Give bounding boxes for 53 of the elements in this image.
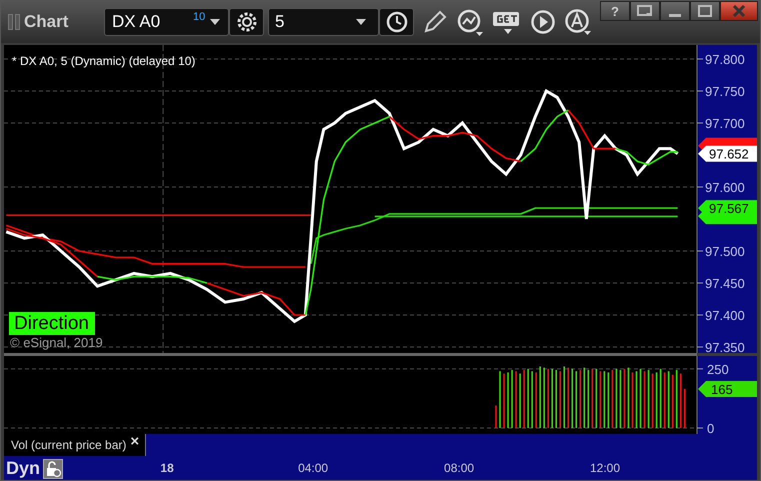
volume-bar xyxy=(559,371,562,428)
copyright-text: © eSignal, 2019 xyxy=(10,335,103,350)
line-chart-icon[interactable] xyxy=(456,8,484,36)
axis-label: 97.800 xyxy=(705,52,745,67)
maximize-icon xyxy=(698,5,712,17)
close-study-button[interactable]: × xyxy=(126,434,140,456)
axis-label: 97.350 xyxy=(705,340,745,353)
axis-label: 12:00 xyxy=(590,461,620,475)
minimize-icon xyxy=(669,14,681,16)
axis-label: 97.700 xyxy=(705,116,745,131)
minimize-button[interactable] xyxy=(660,1,690,21)
volume-bar xyxy=(575,371,578,428)
letter-a-icon[interactable] xyxy=(564,8,592,36)
volume-bar xyxy=(563,366,566,428)
help-button[interactable]: ? xyxy=(600,1,630,21)
get-icon[interactable] xyxy=(492,9,522,35)
axis-label: 08:00 xyxy=(444,461,474,475)
axis-label: 250 xyxy=(707,362,729,377)
gear-icon xyxy=(234,10,258,34)
axis-label: 97.450 xyxy=(705,276,745,291)
close-button[interactable] xyxy=(720,1,758,21)
study-name: Vol (current price bar) xyxy=(11,438,126,452)
price-tag: 97.652 xyxy=(698,146,757,162)
caret-icon xyxy=(210,19,220,25)
pencil-icon[interactable] xyxy=(422,9,448,35)
date-label: 18 xyxy=(160,461,174,475)
window-caret-icon xyxy=(637,5,653,17)
dynamic-mode-label[interactable]: Dyn xyxy=(6,458,40,479)
caret-icon xyxy=(356,19,366,25)
interval-field[interactable]: 5 xyxy=(268,8,379,36)
settings-button[interactable] xyxy=(229,8,264,36)
play-icon[interactable] xyxy=(530,9,556,35)
clock-button[interactable] xyxy=(379,8,414,36)
axis-label: 04:00 xyxy=(298,461,328,475)
axis-label: 97.400 xyxy=(705,308,745,323)
axis-label: 97.500 xyxy=(705,244,745,259)
maximize-button[interactable] xyxy=(690,1,720,21)
volume-bar xyxy=(567,368,570,428)
chart-legend: * DX A0, 5 (Dynamic) (delayed 10) xyxy=(12,54,196,68)
price-tag: 97.567 xyxy=(698,200,757,216)
axis-label: 0 xyxy=(707,421,714,434)
axis-label: 97.750 xyxy=(705,84,745,99)
close-icon xyxy=(732,5,746,17)
lock-icon[interactable] xyxy=(43,458,64,478)
study-label[interactable]: Vol (current price bar) × xyxy=(4,434,146,456)
grip-icon[interactable] xyxy=(8,14,20,30)
direction-label: Direction xyxy=(9,312,95,335)
clock-icon xyxy=(384,10,408,34)
volume-bar xyxy=(571,368,574,428)
symbol-field[interactable]: DX A0 10 xyxy=(104,8,229,36)
dock-button[interactable] xyxy=(630,1,660,21)
window-title: Chart xyxy=(24,12,70,32)
axis-label: 97.600 xyxy=(705,180,745,195)
